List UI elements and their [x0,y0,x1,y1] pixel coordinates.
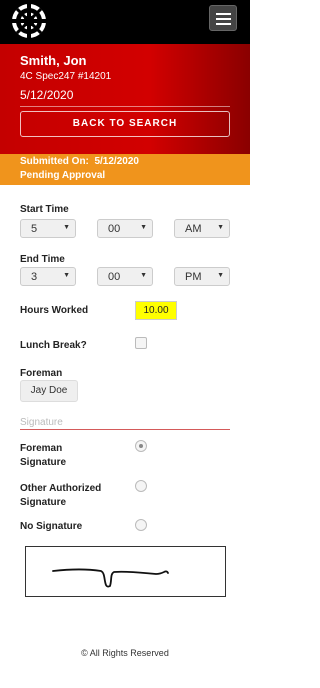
hamburger-menu-button[interactable] [209,5,237,31]
hamburger-menu-icon [216,13,231,15]
top-bar [0,0,250,44]
start-hour-select[interactable]: 5 ▼ [20,219,76,238]
signature-drawing [52,568,169,588]
dropdown-arrow-icon: ▼ [63,224,70,231]
back-to-search-button[interactable]: BACK TO SEARCH [20,111,230,137]
foreman-signature-label: Foreman Signature [20,443,67,468]
status-banner: Submitted On: 5/12/2020 Pending Approval [0,154,250,185]
start-time-label: Start Time [20,204,69,215]
foreman-label: Foreman [20,368,63,379]
other-authorized-signature-label: Other Authorized Signature [20,483,102,508]
lunch-break-label: Lunch Break? [20,340,87,351]
dropdown-arrow-icon: ▼ [63,272,70,279]
submitted-label: Submitted On: [20,156,89,167]
job-identifier: 4C Spec247 #14201 [20,71,112,82]
end-ampm-select[interactable]: PM ▼ [174,267,230,286]
start-ampm-select[interactable]: AM ▼ [174,219,230,238]
lunch-break-checkbox[interactable] [135,337,147,349]
other-authorized-signature-radio[interactable] [135,480,147,492]
hours-worked-label: Hours Worked [20,305,89,316]
no-signature-label: No Signature [20,521,83,532]
approval-status: Pending Approval [20,170,106,181]
signature-divider [20,429,230,430]
start-minute-select[interactable]: 00 ▼ [97,219,153,238]
foreman-signature-radio[interactable] [135,440,147,452]
dropdown-arrow-icon: ▼ [140,224,147,231]
no-signature-radio[interactable] [135,519,147,531]
signature-legend: Signature [20,417,63,428]
footer-copyright: © All Rights Reserved [81,648,169,658]
dropdown-arrow-icon: ▼ [217,224,224,231]
employee-name: Smith, Jon [20,53,87,68]
signature-pad[interactable] [25,546,226,597]
divider [20,106,230,107]
end-time-label: End Time [20,254,65,265]
end-minute-select[interactable]: 00 ▼ [97,267,153,286]
foreman-field[interactable]: Jay Doe [20,380,78,402]
entry-date: 5/12/2020 [20,88,74,102]
employee-header: Smith, Jon 4C Spec247 #14201 5/12/2020 B… [0,44,250,154]
hours-worked-field: 10.00 [135,301,177,320]
submitted-date: 5/12/2020 [94,156,139,167]
dropdown-arrow-icon: ▼ [140,272,147,279]
circular-crosshair-logo-icon[interactable] [11,3,47,39]
end-hour-select[interactable]: 3 ▼ [20,267,76,286]
dropdown-arrow-icon: ▼ [217,272,224,279]
